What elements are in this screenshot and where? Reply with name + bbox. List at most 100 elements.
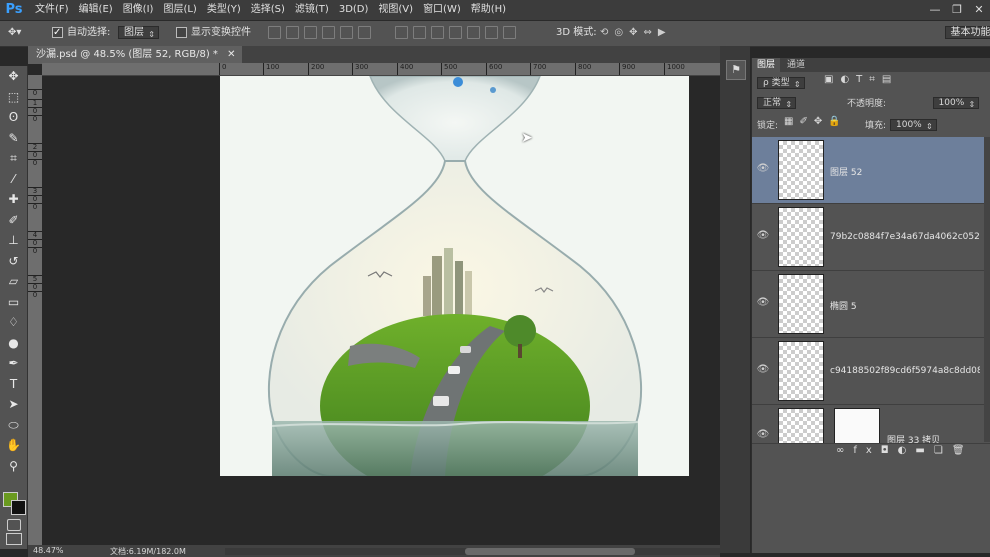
layer-row[interactable]: 👁 图层 52 [752, 137, 984, 204]
crop-tool-icon[interactable]: ⌗ [0, 148, 27, 169]
align-vcenter-icon[interactable] [286, 26, 299, 39]
align-left-icon[interactable] [322, 26, 335, 39]
eyedropper-tool-icon[interactable]: ⁄ [0, 169, 27, 190]
visibility-eye-icon[interactable]: 👁 [756, 364, 770, 378]
show-transform-checkbox[interactable] [176, 26, 187, 38]
menu-edit[interactable]: 编辑(E) [74, 0, 118, 20]
distribute-left-icon[interactable] [449, 26, 462, 39]
layer-filter-icons[interactable]: ▣◐T⌗▤ [824, 74, 898, 85]
align-right-icon[interactable] [358, 26, 371, 39]
lock-icons[interactable]: ▦✐✥🔒 [784, 116, 847, 127]
menu-view[interactable]: 视图(V) [373, 0, 418, 20]
show-transform-toggle[interactable]: 显示变换控件 [176, 24, 251, 42]
fill-field[interactable]: 100% [890, 119, 937, 131]
document-info[interactable]: 文档:6.19M/182.0M [110, 546, 186, 557]
visibility-eye-icon[interactable]: 👁 [756, 230, 770, 244]
tools-panel: ✥ ⬚ ʘ ✎ ⌗ ⁄ ✚ ✐ ⊥ ↺ ▱ ▭ ♢ ● ✒ T ➤ ⬭ ✋ ⚲ [0, 66, 28, 549]
gradient-tool-icon[interactable]: ▭ [0, 292, 27, 313]
opacity-label: 不透明度: [847, 99, 887, 109]
screen-mode-icon[interactable] [6, 533, 22, 545]
window-controls: — ❐ ✕ [924, 0, 990, 20]
layer-thumbnail [778, 408, 824, 443]
dodge-tool-icon[interactable]: ● [0, 333, 27, 354]
menu-items: 文件(F) 编辑(E) 图像(I) 图层(L) 类型(Y) 选择(S) 滤镜(T… [30, 0, 511, 20]
history-brush-tool-icon[interactable]: ↺ [0, 251, 27, 272]
menu-help[interactable]: 帮助(H) [466, 0, 511, 20]
distribute-hcenter-icon[interactable] [467, 26, 480, 39]
restore-button[interactable]: ❐ [946, 0, 968, 20]
blur-tool-icon[interactable]: ♢ [0, 312, 27, 333]
background-color-swatch[interactable] [11, 500, 26, 515]
document-tab-close-icon[interactable]: ✕ [227, 49, 235, 60]
document-tab[interactable]: 沙漏.psd @ 48.5% (图层 52, RGB/8) * ✕ [28, 46, 242, 64]
photoshop-logo: Ps [5, 2, 23, 17]
layer-row[interactable]: 👁 c94188502f89cd6f5974a8c8dd08... [752, 338, 984, 405]
menu-image[interactable]: 图像(I) [118, 0, 159, 20]
menu-window[interactable]: 窗口(W) [418, 0, 466, 20]
menu-file[interactable]: 文件(F) [30, 0, 74, 20]
healing-brush-tool-icon[interactable]: ✚ [0, 189, 27, 210]
move-tool-preset-icon[interactable]: ✥▾ [8, 24, 21, 42]
marquee-tool-icon[interactable]: ⬚ [0, 87, 27, 108]
auto-select-toggle[interactable]: 自动选择: [52, 24, 110, 42]
close-button[interactable]: ✕ [968, 0, 990, 20]
tab-channels[interactable]: 通道 [782, 58, 810, 72]
menu-3d[interactable]: 3D(D) [334, 0, 374, 20]
tool-presets-icon[interactable]: ⚑ [726, 60, 746, 80]
ruler-label: 800 [575, 63, 591, 75]
distribute-bottom-icon[interactable] [431, 26, 444, 39]
hourglass-artwork [220, 76, 689, 476]
layers-scrollbar[interactable] [984, 137, 990, 442]
shape-tool-icon[interactable]: ⬭ [0, 415, 27, 436]
align-top-icon[interactable] [268, 26, 281, 39]
auto-select-dropdown[interactable]: 图层 [118, 26, 159, 39]
tab-layers[interactable]: 图层 [752, 58, 781, 72]
horizontal-scrollbar[interactable] [225, 548, 720, 555]
layer-thumbnail [778, 207, 824, 267]
lasso-tool-icon[interactable]: ʘ [0, 107, 27, 128]
workspace-switcher[interactable]: 基本功能 [944, 26, 990, 39]
move-tool-icon[interactable]: ✥ [0, 66, 27, 87]
ruler-label: 300 [352, 63, 368, 75]
brush-tool-icon[interactable]: ✐ [0, 210, 27, 231]
layers-footer-icons[interactable]: ∞fx◘◐▬❏🗑 [836, 445, 974, 456]
layer-filter-row: ρ 类型 ▣◐T⌗▤ [752, 74, 990, 92]
menu-filter[interactable]: 滤镜(T) [290, 0, 334, 20]
visibility-eye-icon[interactable]: 👁 [756, 163, 770, 177]
auto-select-checkbox[interactable] [52, 24, 63, 42]
zoom-level[interactable]: 48.47% [33, 546, 64, 555]
horizontal-scrollbar-thumb[interactable] [465, 548, 635, 555]
blend-mode-dropdown[interactable]: 正常 [757, 97, 797, 109]
quick-mask-icon[interactable] [7, 519, 21, 531]
menu-select[interactable]: 选择(S) [246, 0, 290, 20]
quick-select-tool-icon[interactable]: ✎ [0, 128, 27, 149]
layer-row[interactable]: 👁 椭圆 5 [752, 271, 984, 338]
document-canvas[interactable] [220, 76, 689, 476]
path-select-tool-icon[interactable]: ➤ [0, 394, 27, 415]
align-bottom-icon[interactable] [304, 26, 317, 39]
menu-layer[interactable]: 图层(L) [158, 0, 201, 20]
distribute-vcenter-icon[interactable] [413, 26, 426, 39]
clone-stamp-tool-icon[interactable]: ⊥ [0, 230, 27, 251]
type-tool-icon[interactable]: T [0, 374, 27, 395]
align-hcenter-icon[interactable] [340, 26, 353, 39]
vertical-ruler: 0 1 0 0 2 0 0 3 0 0 4 0 0 5 0 0 [28, 75, 43, 545]
opacity-field[interactable]: 100% [932, 97, 980, 109]
eraser-tool-icon[interactable]: ▱ [0, 271, 27, 292]
auto-align-icon[interactable] [503, 26, 516, 39]
zoom-tool-icon[interactable]: ⚲ [0, 456, 27, 477]
lock-row: 锁定: ▦✐✥🔒 填充: 100% [752, 116, 990, 134]
visibility-eye-icon[interactable]: 👁 [756, 297, 770, 311]
layer-row[interactable]: 👁 79b2c0884f7e34a67da4062c052b... [752, 204, 984, 271]
pen-tool-icon[interactable]: ✒ [0, 353, 27, 374]
menu-type[interactable]: 类型(Y) [202, 0, 246, 20]
mode-3d-icons[interactable]: ⟲◎✥⇔▶ [600, 24, 672, 42]
distribute-right-icon[interactable] [485, 26, 498, 39]
horizontal-ruler: 0 100 200 300 400 500 600 700 800 900 10… [42, 63, 720, 76]
layer-filter-dropdown[interactable]: ρ 类型 [757, 77, 805, 89]
distribute-top-icon[interactable] [395, 26, 408, 39]
visibility-eye-icon[interactable]: 👁 [756, 429, 770, 443]
layer-row[interactable]: 👁 图层 33 拷贝 [752, 405, 984, 444]
minimize-button[interactable]: — [924, 0, 946, 20]
hand-tool-icon[interactable]: ✋ [0, 435, 27, 456]
